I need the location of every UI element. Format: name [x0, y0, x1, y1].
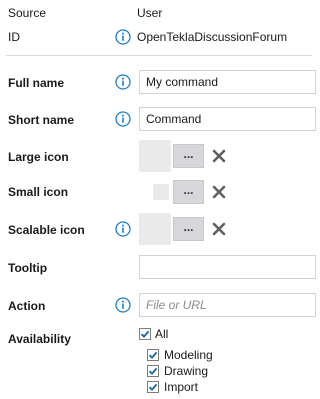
modeling-checkbox[interactable]: [147, 349, 159, 361]
info-icon[interactable]: [115, 74, 131, 90]
short-name-input[interactable]: [139, 107, 316, 131]
scalable-icon-clear-icon[interactable]: [212, 222, 226, 236]
info-icon[interactable]: [115, 221, 131, 237]
info-icon[interactable]: [115, 297, 131, 313]
short-name-label: Short name: [8, 113, 75, 127]
import-checkbox-label[interactable]: Import: [164, 380, 198, 394]
action-label: Action: [8, 299, 46, 313]
small-icon-label: Small icon: [8, 185, 69, 199]
availability-label: Availability: [8, 332, 71, 346]
id-value: OpenTeklaDiscussionForum: [137, 30, 288, 44]
full-name-label: Full name: [8, 76, 65, 90]
drawing-checkbox[interactable]: [147, 365, 159, 377]
import-checkbox[interactable]: [147, 381, 159, 393]
source-label: Source: [8, 6, 47, 20]
modeling-checkbox-label[interactable]: Modeling: [164, 348, 213, 362]
source-value: User: [137, 6, 163, 20]
small-icon-clear-icon[interactable]: [212, 185, 226, 199]
all-checkbox-label[interactable]: All: [155, 327, 168, 341]
tooltip-input[interactable]: [139, 255, 316, 279]
small-icon-preview: [153, 184, 169, 200]
large-icon-clear-icon[interactable]: [212, 149, 226, 163]
info-icon[interactable]: [115, 111, 131, 127]
id-label: ID: [8, 30, 20, 44]
large-icon-preview: [139, 140, 171, 172]
all-checkbox[interactable]: [139, 328, 151, 340]
large-icon-browse-button[interactable]: ...: [173, 144, 204, 168]
scalable-icon-preview: [139, 213, 171, 245]
large-icon-label: Large icon: [8, 150, 69, 164]
tooltip-label: Tooltip: [8, 261, 48, 275]
info-icon[interactable]: [115, 29, 131, 45]
action-input[interactable]: [139, 293, 316, 317]
header-divider: [6, 55, 312, 56]
scalable-icon-label: Scalable icon: [8, 223, 85, 237]
scalable-icon-browse-button[interactable]: ...: [173, 217, 204, 241]
drawing-checkbox-label[interactable]: Drawing: [164, 364, 208, 378]
full-name-input[interactable]: [139, 70, 316, 94]
small-icon-browse-button[interactable]: ...: [173, 180, 204, 204]
